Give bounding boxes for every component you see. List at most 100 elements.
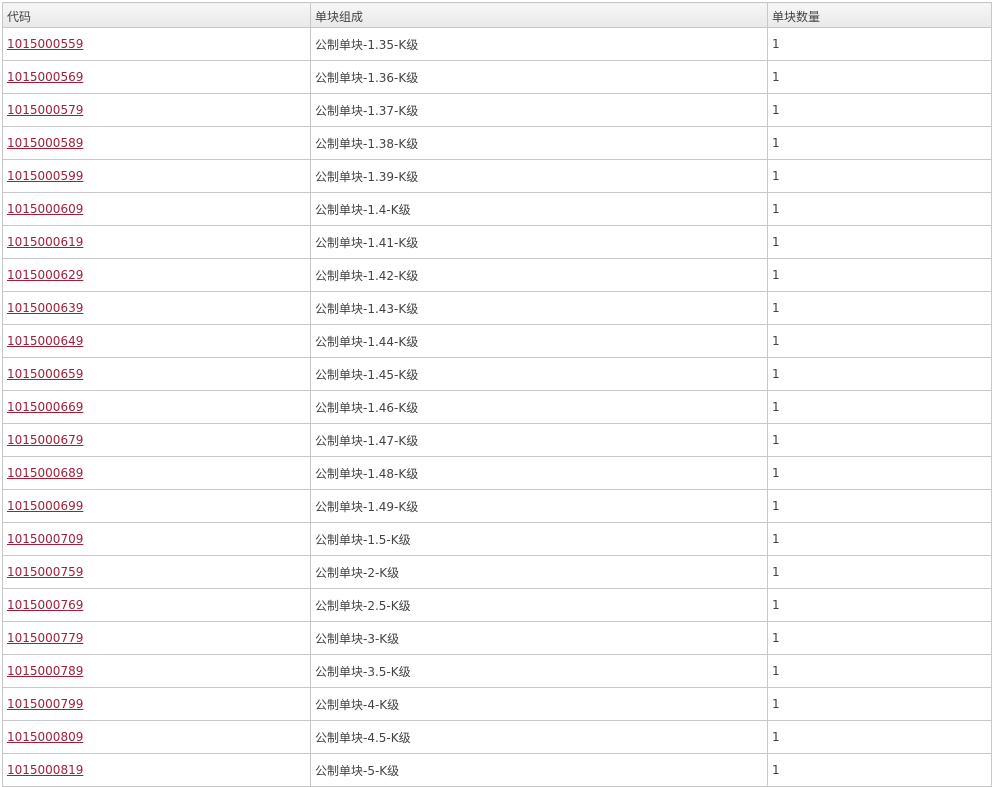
composition-cell: 公制单块-1.37-K级 [310, 93, 768, 127]
product-code-link[interactable]: 1015000559 [7, 37, 83, 51]
quantity-cell: 1 [767, 192, 992, 226]
composition-cell: 公制单块-2-K级 [310, 555, 768, 589]
quantity-cell: 1 [767, 423, 992, 457]
column-header-quantity[interactable]: 单块数量 [767, 2, 992, 28]
product-code-link[interactable]: 1015000799 [7, 697, 83, 711]
product-code-link[interactable]: 1015000669 [7, 400, 83, 414]
code-cell: 1015000649 [2, 324, 311, 358]
table-row: 1015000789 公制单块-3.5-K级 1 [2, 654, 992, 688]
composition-cell: 公制单块-1.46-K级 [310, 390, 768, 424]
product-code-link[interactable]: 1015000579 [7, 103, 83, 117]
code-cell: 1015000799 [2, 687, 311, 721]
gauge-block-table: 代码 单块组成 单块数量 1015000559 公制单块-1.35-K级 1 1015… [2, 2, 992, 787]
composition-cell: 公制单块-1.48-K级 [310, 456, 768, 490]
code-cell: 1015000559 [2, 27, 311, 61]
composition-cell: 公制单块-3.5-K级 [310, 654, 768, 688]
quantity-cell: 1 [767, 522, 992, 556]
composition-cell: 公制单块-1.39-K级 [310, 159, 768, 193]
product-code-link[interactable]: 1015000789 [7, 664, 83, 678]
product-code-link[interactable]: 1015000639 [7, 301, 83, 315]
table-row: 1015000639 公制单块-1.43-K级 1 [2, 291, 992, 325]
quantity-cell: 1 [767, 720, 992, 754]
code-cell: 1015000569 [2, 60, 311, 94]
table-row: 1015000799 公制单块-4-K级 1 [2, 687, 992, 721]
quantity-cell: 1 [767, 687, 992, 721]
composition-cell: 公制单块-1.43-K级 [310, 291, 768, 325]
table-row: 1015000809 公制单块-4.5-K级 1 [2, 720, 992, 754]
quantity-cell: 1 [767, 126, 992, 160]
code-cell: 1015000609 [2, 192, 311, 226]
composition-cell: 公制单块-1.4-K级 [310, 192, 768, 226]
code-cell: 1015000809 [2, 720, 311, 754]
product-code-link[interactable]: 1015000779 [7, 631, 83, 645]
table-row: 1015000629 公制单块-1.42-K级 1 [2, 258, 992, 292]
code-cell: 1015000639 [2, 291, 311, 325]
code-cell: 1015000759 [2, 555, 311, 589]
composition-cell: 公制单块-1.42-K级 [310, 258, 768, 292]
table-row: 1015000659 公制单块-1.45-K级 1 [2, 357, 992, 391]
code-cell: 1015000599 [2, 159, 311, 193]
product-code-link[interactable]: 1015000589 [7, 136, 83, 150]
quantity-cell: 1 [767, 159, 992, 193]
product-code-link[interactable]: 1015000819 [7, 763, 83, 777]
product-code-link[interactable]: 1015000809 [7, 730, 83, 744]
quantity-cell: 1 [767, 654, 992, 688]
table-row: 1015000669 公制单块-1.46-K级 1 [2, 390, 992, 424]
quantity-cell: 1 [767, 324, 992, 358]
quantity-cell: 1 [767, 291, 992, 325]
code-cell: 1015000789 [2, 654, 311, 688]
table-row: 1015000779 公制单块-3-K级 1 [2, 621, 992, 655]
product-code-link[interactable]: 1015000649 [7, 334, 83, 348]
composition-cell: 公制单块-1.49-K级 [310, 489, 768, 523]
composition-cell: 公制单块-1.5-K级 [310, 522, 768, 556]
composition-cell: 公制单块-1.47-K级 [310, 423, 768, 457]
table-row: 1015000679 公制单块-1.47-K级 1 [2, 423, 992, 457]
code-cell: 1015000779 [2, 621, 311, 655]
column-header-composition[interactable]: 单块组成 [310, 2, 768, 28]
product-code-link[interactable]: 1015000709 [7, 532, 83, 546]
quantity-cell: 1 [767, 456, 992, 490]
table-row: 1015000689 公制单块-1.48-K级 1 [2, 456, 992, 490]
quantity-cell: 1 [767, 621, 992, 655]
quantity-cell: 1 [767, 753, 992, 787]
composition-cell: 公制单块-1.36-K级 [310, 60, 768, 94]
table-row: 1015000619 公制单块-1.41-K级 1 [2, 225, 992, 259]
code-cell: 1015000669 [2, 390, 311, 424]
table-row: 1015000709 公制单块-1.5-K级 1 [2, 522, 992, 556]
product-code-link[interactable]: 1015000629 [7, 268, 83, 282]
quantity-cell: 1 [767, 225, 992, 259]
table-row: 1015000759 公制单块-2-K级 1 [2, 555, 992, 589]
quantity-cell: 1 [767, 588, 992, 622]
product-code-link[interactable]: 1015000609 [7, 202, 83, 216]
table-header-row: 代码 单块组成 单块数量 [2, 2, 992, 28]
composition-cell: 公制单块-1.45-K级 [310, 357, 768, 391]
composition-cell: 公制单块-4.5-K级 [310, 720, 768, 754]
product-code-link[interactable]: 1015000599 [7, 169, 83, 183]
product-code-link[interactable]: 1015000659 [7, 367, 83, 381]
quantity-cell: 1 [767, 27, 992, 61]
code-cell: 1015000589 [2, 126, 311, 160]
composition-cell: 公制单块-5-K级 [310, 753, 768, 787]
table-row: 1015000769 公制单块-2.5-K级 1 [2, 588, 992, 622]
product-code-link[interactable]: 1015000569 [7, 70, 83, 84]
code-cell: 1015000769 [2, 588, 311, 622]
table-row: 1015000649 公制单块-1.44-K级 1 [2, 324, 992, 358]
code-cell: 1015000819 [2, 753, 311, 787]
quantity-cell: 1 [767, 390, 992, 424]
composition-cell: 公制单块-4-K级 [310, 687, 768, 721]
product-code-link[interactable]: 1015000619 [7, 235, 83, 249]
quantity-cell: 1 [767, 60, 992, 94]
code-cell: 1015000689 [2, 456, 311, 490]
table-row: 1015000699 公制单块-1.49-K级 1 [2, 489, 992, 523]
product-code-link[interactable]: 1015000699 [7, 499, 83, 513]
quantity-cell: 1 [767, 258, 992, 292]
table-row: 1015000589 公制单块-1.38-K级 1 [2, 126, 992, 160]
column-header-code[interactable]: 代码 [2, 2, 311, 28]
code-cell: 1015000709 [2, 522, 311, 556]
product-code-link[interactable]: 1015000689 [7, 466, 83, 480]
composition-cell: 公制单块-1.44-K级 [310, 324, 768, 358]
product-code-link[interactable]: 1015000759 [7, 565, 83, 579]
table-row: 1015000599 公制单块-1.39-K级 1 [2, 159, 992, 193]
product-code-link[interactable]: 1015000679 [7, 433, 83, 447]
product-code-link[interactable]: 1015000769 [7, 598, 83, 612]
